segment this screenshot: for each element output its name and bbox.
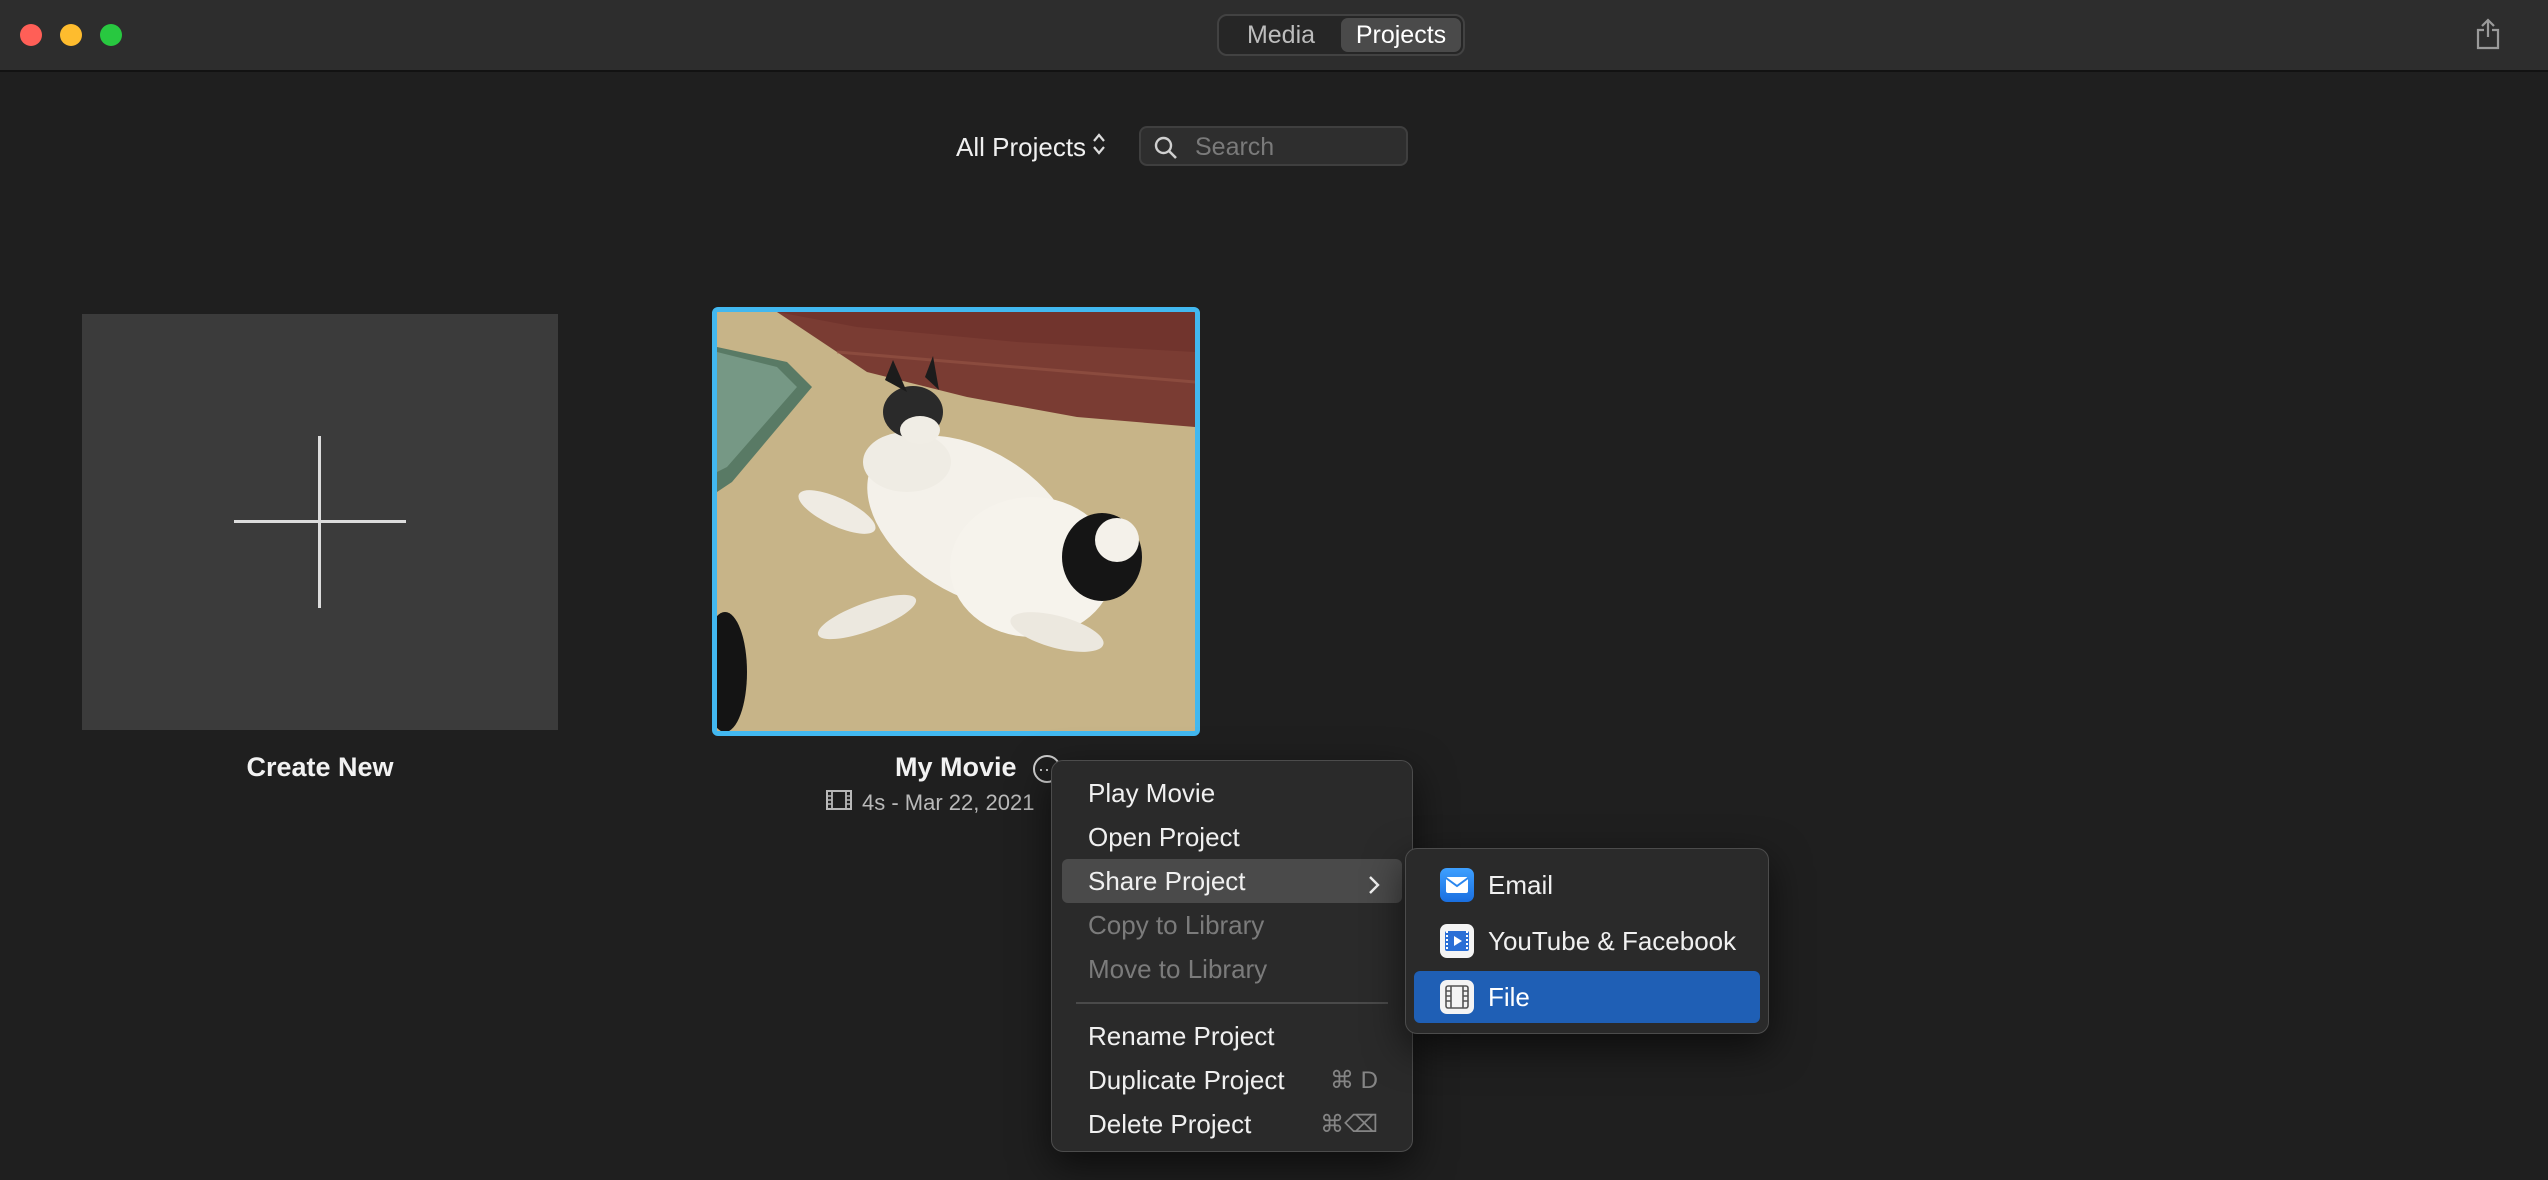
minimize-window-button[interactable] <box>60 24 82 46</box>
menu-item-delete-project[interactable]: Delete Project ⌘⌫ <box>1062 1102 1402 1146</box>
up-down-chevron-icon <box>1092 131 1106 164</box>
project-title: My Movie <box>895 752 1017 782</box>
menu-item-label: Play Movie <box>1088 777 1216 808</box>
menu-item-share-project[interactable]: Share Project <box>1062 859 1402 903</box>
project-filter-label: All Projects <box>956 131 1087 162</box>
menu-item-label: Delete Project <box>1088 1108 1252 1139</box>
share-item-email[interactable]: Email <box>1414 859 1760 911</box>
shortcut-label: ⌘⌫ <box>1320 1110 1378 1138</box>
search-input[interactable] <box>1193 132 1397 162</box>
tab-projects[interactable]: Projects <box>1341 18 1461 52</box>
share-item-label: File <box>1488 981 1530 1012</box>
search-field[interactable] <box>1139 126 1408 166</box>
menu-item-label: Copy to Library <box>1088 909 1265 940</box>
project-context-menu: Play Movie Open Project Share Project Co… <box>1051 760 1413 1152</box>
project-filter-popup[interactable]: All Projects <box>956 128 1106 166</box>
tab-media[interactable]: Media <box>1221 18 1341 52</box>
view-switcher: Media Projects <box>1217 14 1465 56</box>
menu-item-label: Duplicate Project <box>1088 1064 1285 1095</box>
video-share-icon <box>1440 924 1474 958</box>
dog-photo-thumbnail <box>717 312 1195 731</box>
menu-item-copy-to-library: Copy to Library <box>1062 903 1402 947</box>
plus-icon <box>318 436 321 608</box>
project-meta: 4s - Mar 22, 2021 <box>826 790 1034 816</box>
create-new-tile[interactable] <box>82 314 558 730</box>
menu-item-play-movie[interactable]: Play Movie <box>1062 771 1402 815</box>
project-duration-date: 4s - Mar 22, 2021 <box>862 790 1035 815</box>
share-item-label: YouTube & Facebook <box>1488 925 1737 956</box>
menu-item-rename-project[interactable]: Rename Project <box>1062 1014 1402 1058</box>
share-item-youtube-facebook[interactable]: YouTube & Facebook <box>1414 915 1760 967</box>
menu-item-label: Open Project <box>1088 821 1240 852</box>
share-submenu: Email YouTube & Facebook File <box>1405 848 1769 1034</box>
menu-separator <box>1076 1002 1388 1004</box>
share-item-file[interactable]: File <box>1414 971 1760 1023</box>
share-icon[interactable] <box>2476 18 2500 50</box>
film-file-icon <box>1440 980 1474 1014</box>
project-thumbnail[interactable] <box>712 307 1200 736</box>
zoom-window-button[interactable] <box>100 24 122 46</box>
menu-item-open-project[interactable]: Open Project <box>1062 815 1402 859</box>
film-strip-icon <box>826 790 852 816</box>
chevron-right-icon <box>1368 871 1380 902</box>
title-bar: Media Projects <box>0 0 2548 72</box>
create-new-label: Create New <box>246 752 394 782</box>
menu-item-label: Rename Project <box>1088 1020 1275 1051</box>
close-window-button[interactable] <box>20 24 42 46</box>
share-item-label: Email <box>1488 869 1554 900</box>
shortcut-label: ⌘ D <box>1330 1066 1378 1094</box>
mail-icon <box>1440 868 1474 902</box>
menu-item-duplicate-project[interactable]: Duplicate Project ⌘ D <box>1062 1058 1402 1102</box>
menu-item-label: Move to Library <box>1088 953 1268 984</box>
menu-item-label: Share Project <box>1088 865 1246 896</box>
menu-item-move-to-library: Move to Library <box>1062 947 1402 991</box>
